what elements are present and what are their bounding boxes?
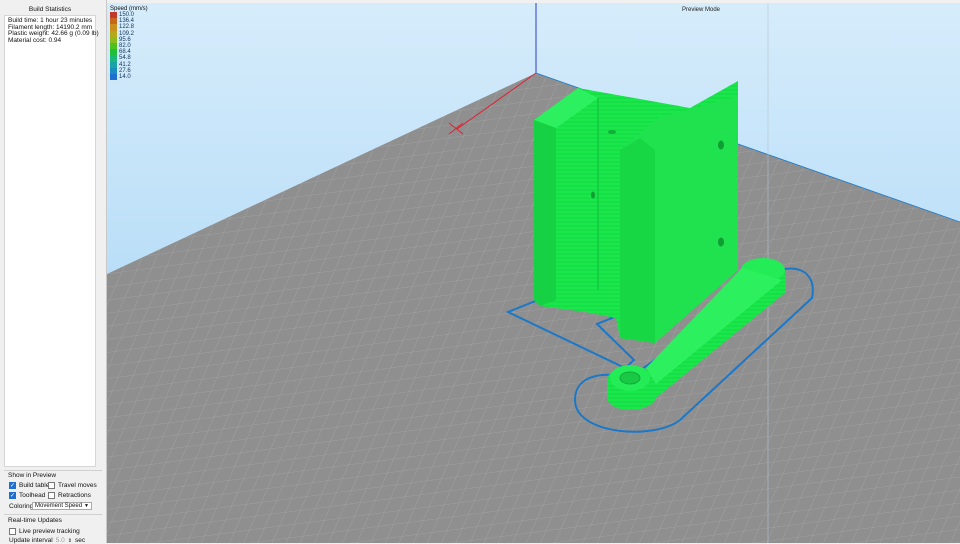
- show-in-preview-heading: Show in Preview: [8, 472, 57, 479]
- legend-value: 41.2: [119, 61, 131, 68]
- toolhead-label: Toolhead: [19, 492, 46, 499]
- build-statistics-box: Build time: 1 hour 23 minutes Filament l…: [4, 15, 99, 467]
- checkbox-checked-icon[interactable]: ✓: [9, 482, 16, 489]
- speed-legend: Speed (mm/s) 150.0 136.4 122.8 109.2 95.6 82.…: [110, 6, 148, 81]
- legend-item: 14.0: [110, 73, 148, 81]
- legend-value: 27.6: [119, 67, 131, 74]
- preview-mode-label: Preview Mode: [682, 7, 721, 13]
- travel-moves-checkbox[interactable]: Travel moves: [48, 482, 97, 489]
- legend-value: 54.8: [119, 55, 131, 62]
- divider: [4, 470, 102, 471]
- checkbox-checked-icon[interactable]: ✓: [9, 492, 16, 499]
- 3d-viewport[interactable]: Preview Mode Speed (mm/s) 150.0 136.4 122.…: [107, 3, 960, 543]
- legend-value: 68.4: [119, 49, 131, 56]
- legend-value: 122.8: [119, 24, 135, 31]
- stat-material-cost: Material cost: 0.94: [8, 36, 62, 44]
- legend-rows: 150.0 136.4 122.8 109.2 95.6 82.0 68.4 54.8 41.2…: [110, 12, 148, 81]
- realtime-updates-heading: Real-time Updates: [8, 517, 62, 524]
- build-statistics-title: Build Statistics: [28, 6, 72, 13]
- coloring-select[interactable]: Movement Speed ▼: [32, 502, 92, 510]
- checkbox-unchecked-icon[interactable]: [48, 482, 55, 489]
- legend-value: 14.0: [119, 73, 131, 80]
- travel-moves-label: Travel moves: [58, 482, 97, 489]
- legend-swatch: [110, 73, 117, 81]
- retractions-label: Retractions: [58, 492, 91, 499]
- left-panel: Build Statistics Build time: 1 hour 23 m…: [0, 0, 107, 544]
- legend-value: 136.4: [119, 18, 135, 25]
- coloring-select-value: Movement Speed: [35, 503, 83, 509]
- chevron-down-icon: ▼: [84, 503, 89, 509]
- legend-value: 82.0: [119, 43, 131, 50]
- toolhead-checkbox[interactable]: ✓ Toolhead: [9, 492, 45, 499]
- coloring-label: Coloring: [9, 503, 34, 510]
- divider: [4, 514, 102, 515]
- legend-value: 109.2: [119, 30, 135, 37]
- live-preview-tracking-label: Live preview tracking: [19, 528, 80, 535]
- build-table-label: Build table: [19, 482, 50, 489]
- legend-value: 95.6: [119, 36, 131, 43]
- build-table-checkbox[interactable]: ✓ Build table: [9, 482, 49, 489]
- retractions-checkbox[interactable]: Retractions: [48, 492, 91, 499]
- checkbox-unchecked-icon[interactable]: [48, 492, 55, 499]
- legend-value: 150.0: [119, 12, 135, 19]
- live-preview-tracking-checkbox[interactable]: Live preview tracking: [9, 528, 80, 535]
- scene-canvas[interactable]: [107, 3, 960, 543]
- checkbox-unchecked-icon[interactable]: [9, 528, 16, 535]
